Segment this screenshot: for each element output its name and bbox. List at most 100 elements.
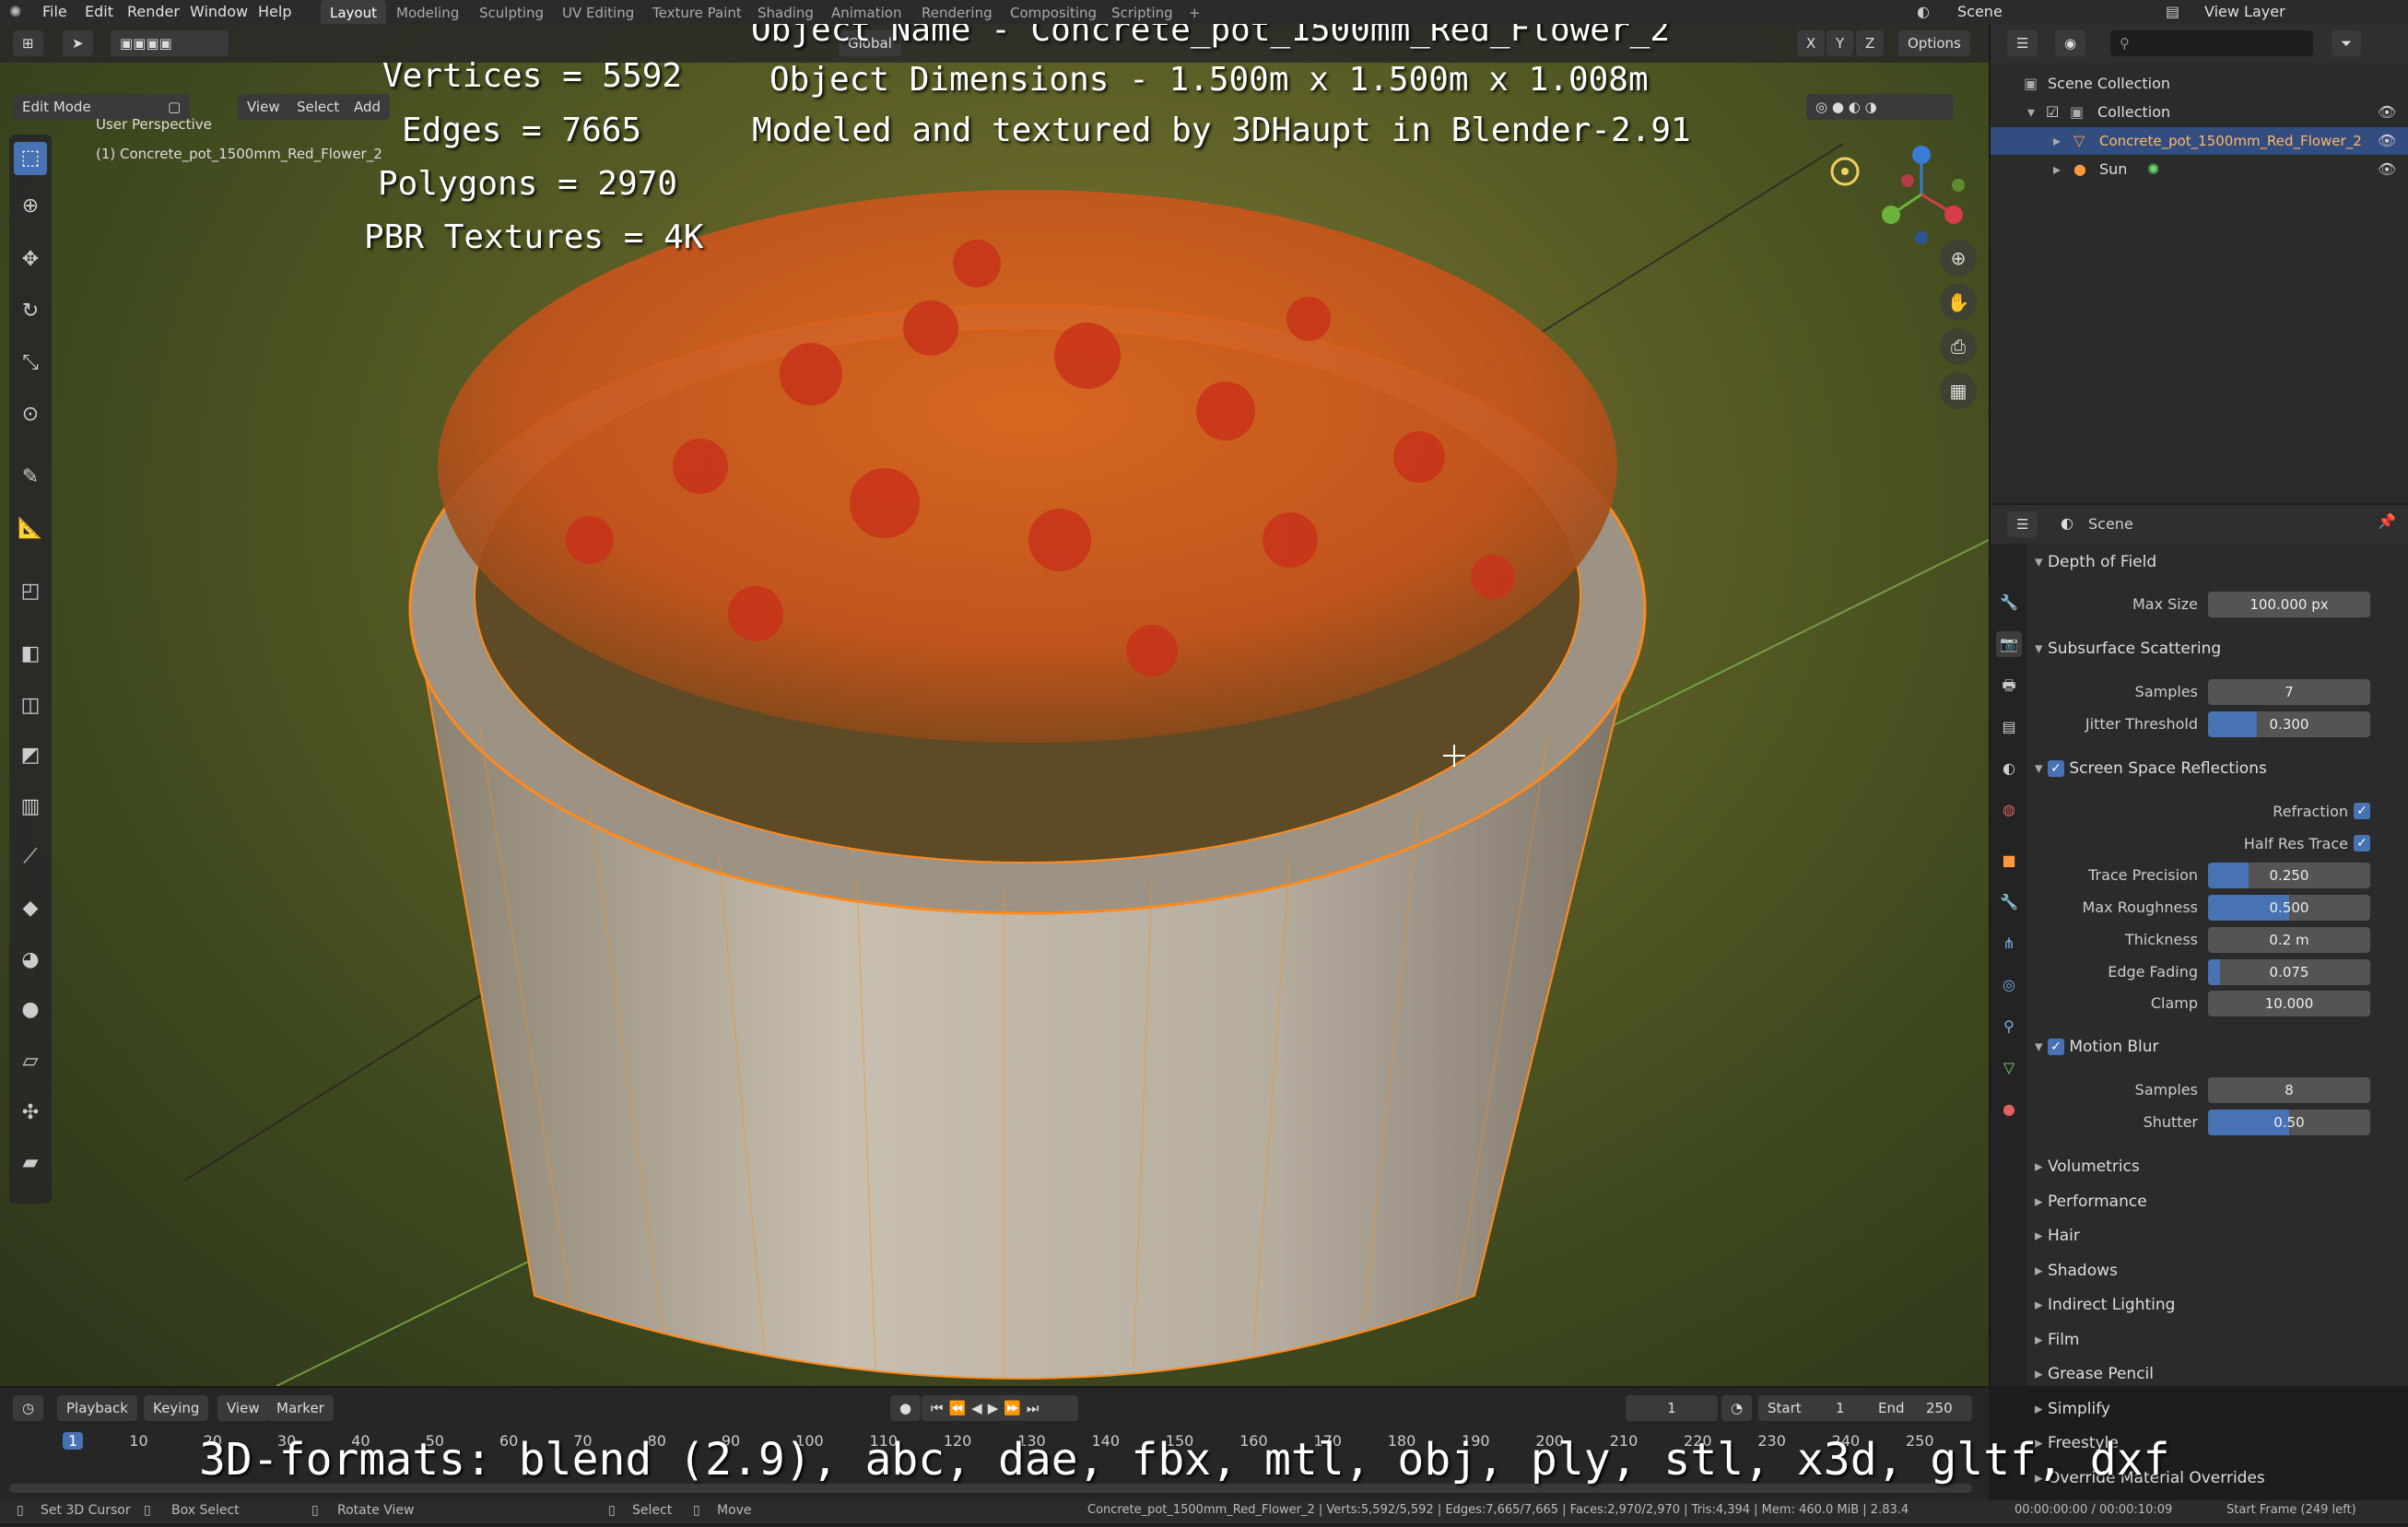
visibility-eye-icon[interactable]: 👁	[2378, 99, 2396, 126]
outliner-search-input[interactable]: ⚲	[2110, 30, 2313, 56]
tab-uv-editing[interactable]: UV Editing	[553, 0, 643, 24]
expand-arrow-icon[interactable]: ▸	[2035, 1227, 2048, 1245]
select-box-icon[interactable]: ⬚	[14, 142, 47, 175]
extrude-icon[interactable]: ◧	[14, 638, 47, 671]
expand-arrow-icon[interactable]: ▸	[2035, 1331, 2048, 1349]
world-tab-icon[interactable]: ◍	[1996, 797, 2022, 823]
axis-z-toggle[interactable]: Z	[1856, 30, 1885, 56]
expand-arrow-icon[interactable]: ▸	[2035, 1400, 2048, 1418]
shading-modes[interactable]: ◎ ● ◐ ◑	[1806, 94, 1954, 120]
expand-arrow-icon[interactable]: ▸	[2035, 1365, 2048, 1383]
section-motion-blur[interactable]: ▾ ✓ Motion Blur	[2035, 1032, 2403, 1062]
tab-animation[interactable]: Animation	[822, 0, 910, 24]
loop-cut-icon[interactable]: ▥	[14, 791, 47, 824]
max-size-field[interactable]: 100.000 px	[2208, 592, 2370, 617]
smooth-icon[interactable]: ●	[14, 993, 47, 1027]
refraction-checkbox[interactable]: ✓	[2354, 803, 2370, 819]
max-roughness-slider[interactable]: 0.500	[2208, 895, 2370, 921]
outliner-editor-icon[interactable]: ☰	[2007, 30, 2038, 56]
annotate-icon[interactable]: ✎	[14, 461, 47, 494]
expand-arrow-icon[interactable]: ▸	[2053, 127, 2061, 155]
section-subsurface-scattering[interactable]: ▾ Subsurface Scattering	[2035, 634, 2403, 664]
constraints-tab-icon[interactable]: ⚲	[1996, 1014, 2022, 1040]
edge-slide-icon[interactable]: ▱	[14, 1045, 47, 1078]
expand-arrow-icon[interactable]: ▸	[2053, 156, 2061, 183]
navigation-gizmo[interactable]	[1871, 135, 1972, 254]
display-mode-icon[interactable]: ◉	[2055, 30, 2086, 56]
tab-rendering[interactable]: Rendering	[912, 0, 1002, 24]
move-icon[interactable]: ✥	[14, 243, 47, 276]
mb-samples-field[interactable]: 8	[2208, 1077, 2370, 1103]
outliner-object-pot[interactable]: ▸ ▽ Concrete_pot_1500mm_Red_Flower_2 👁	[1991, 127, 2408, 155]
menu-window[interactable]: Window	[190, 0, 248, 24]
section-depth-of-field[interactable]: ▾ Depth of Field	[2035, 547, 2403, 577]
trace-precision-slider[interactable]: 0.250	[2208, 863, 2370, 888]
section-screen-space-reflections[interactable]: ▾ ✓ Screen Space Reflections	[2035, 754, 2403, 783]
shutter-slider[interactable]: 0.50	[2208, 1110, 2370, 1135]
view-layer-selector[interactable]: View Layer	[2204, 0, 2285, 24]
camera-view-icon[interactable]: ⎙	[1940, 328, 1977, 365]
tab-layout[interactable]: Layout	[321, 0, 386, 24]
motion-blur-checkbox[interactable]: ✓	[2047, 1039, 2064, 1055]
menu-select[interactable]: Select	[288, 94, 349, 120]
jitter-threshold-slider[interactable]: 0.300	[2208, 711, 2370, 737]
pin-icon[interactable]: 📌	[2378, 512, 2396, 530]
options-dropdown[interactable]: Options	[1898, 30, 1970, 56]
shear-icon[interactable]: ▰	[14, 1146, 47, 1180]
outliner-object-sun[interactable]: ▸ ● Sun ✺ 👁	[1991, 156, 2408, 183]
menu-file[interactable]: File	[42, 0, 67, 24]
section-collapsed-grease-pencil[interactable]: ▸ Grease Pencil	[2035, 1359, 2154, 1389]
playhead-frame-indicator[interactable]: 1	[63, 1432, 84, 1450]
shrink-fatten-icon[interactable]: ✣	[14, 1097, 47, 1130]
tab-sculpting[interactable]: Sculpting	[470, 0, 553, 24]
expand-arrow-icon[interactable]: ▸	[2035, 1296, 2048, 1314]
select-mode-group[interactable]: ▣▣▣▣	[111, 30, 229, 56]
expand-arrow-icon[interactable]: ▸	[2035, 1262, 2048, 1280]
menu-render[interactable]: Render	[127, 0, 180, 24]
cursor-icon[interactable]: ⊕	[14, 190, 47, 223]
visibility-eye-icon[interactable]: 👁	[2378, 156, 2396, 183]
view-layer-icon[interactable]: ▤	[2166, 0, 2179, 24]
tab-shading[interactable]: Shading	[748, 0, 823, 24]
expand-arrow-icon[interactable]: ▸	[2035, 1192, 2048, 1211]
properties-editor-icon[interactable]: ☰	[2007, 511, 2038, 537]
section-collapsed-simplify[interactable]: ▸ Simplify	[2035, 1394, 2110, 1424]
section-collapsed-volumetrics[interactable]: ▸ Volumetrics	[2035, 1152, 2140, 1181]
edge-fading-slider[interactable]: 0.075	[2208, 959, 2370, 985]
scene-icon[interactable]: ◐	[1917, 0, 1930, 24]
rotate-icon[interactable]: ↻	[14, 295, 47, 328]
filter-icon[interactable]: ⏷	[2332, 30, 2362, 56]
axis-y-toggle[interactable]: Y	[1827, 30, 1854, 56]
tab-scripting[interactable]: Scripting	[1102, 0, 1182, 24]
scene-tab-icon[interactable]: ◐	[1996, 756, 2022, 781]
ortho-grid-icon[interactable]: ▦	[1940, 372, 1977, 409]
select-tool-icon[interactable]: ➤	[63, 30, 93, 56]
tab-compositing[interactable]: Compositing	[1001, 0, 1106, 24]
render-tab-icon[interactable]: 📷	[1996, 631, 2022, 657]
section-collapsed-performance[interactable]: ▸ Performance	[2035, 1187, 2147, 1216]
checkbox-icon[interactable]: ☑	[2046, 99, 2059, 126]
visibility-eye-icon[interactable]: 👁	[2378, 127, 2396, 155]
scale-icon[interactable]: ⤡	[14, 347, 47, 380]
menu-help[interactable]: Help	[258, 0, 291, 24]
spin-icon[interactable]: ◕	[14, 944, 47, 977]
sss-samples-field[interactable]: 7	[2208, 679, 2370, 705]
half-res-trace-checkbox[interactable]: ✓	[2354, 835, 2370, 852]
expand-arrow-icon[interactable]: ▸	[2035, 1157, 2048, 1176]
section-collapsed-shadows[interactable]: ▸ Shadows	[2035, 1256, 2118, 1286]
thickness-field[interactable]: 0.2 m	[2208, 927, 2370, 953]
menu-edit[interactable]: Edit	[85, 0, 113, 24]
tab-texture-paint[interactable]: Texture Paint	[643, 0, 751, 24]
axis-x-toggle[interactable]: X	[1797, 30, 1826, 56]
section-collapsed-indirect-lighting[interactable]: ▸ Indirect Lighting	[2035, 1290, 2175, 1320]
section-collapsed-hair[interactable]: ▸ Hair	[2035, 1221, 2080, 1251]
outliner-collection[interactable]: ▾ ☑ ▣ Collection 👁	[1991, 99, 2408, 126]
ssr-enable-checkbox[interactable]: ✓	[2047, 760, 2064, 777]
add-workspace-button[interactable]: +	[1180, 0, 1210, 24]
menu-add[interactable]: Add	[345, 94, 391, 120]
3d-viewport[interactable]: ⊞ ➤ ▣▣▣▣ Edit Mode ▢ View Select Add Glo…	[0, 24, 1989, 1386]
tab-modeling[interactable]: Modeling	[387, 0, 468, 24]
section-collapsed-film[interactable]: ▸ Film	[2035, 1325, 2080, 1355]
knife-icon[interactable]: ⟋	[14, 840, 47, 874]
add-cube-icon[interactable]: ◰	[14, 575, 47, 608]
